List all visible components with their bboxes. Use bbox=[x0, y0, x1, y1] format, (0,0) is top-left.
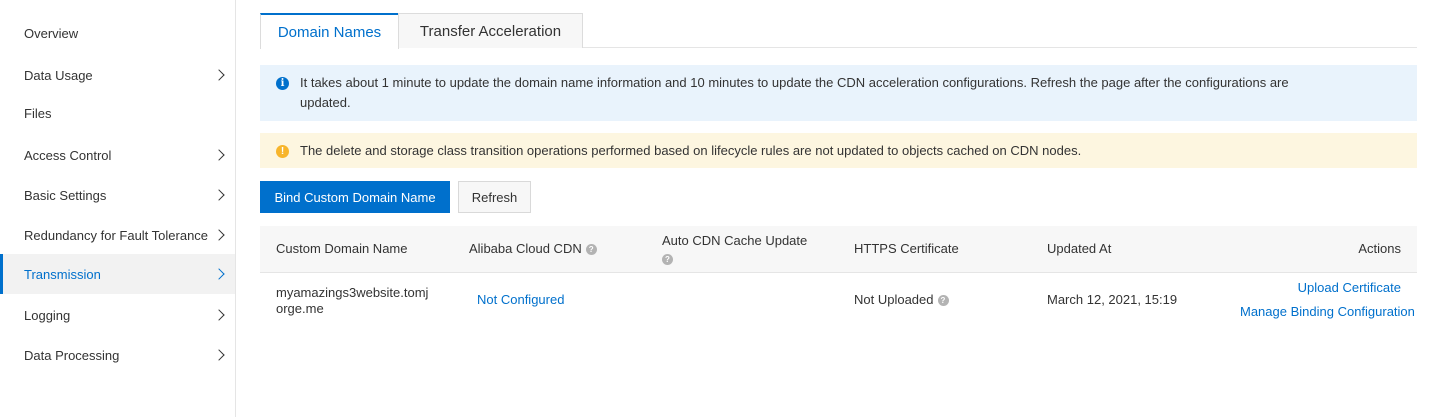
sidebar-item-label: Basic Settings bbox=[24, 187, 107, 203]
sidebar-item-logging[interactable]: Logging bbox=[0, 295, 235, 335]
sidebar-item-label: Data Usage bbox=[24, 67, 93, 83]
chevron-right-icon bbox=[213, 189, 225, 201]
tab-bar: Domain Names Transfer Acceleration bbox=[260, 13, 1417, 49]
not-configured-link[interactable]: Not Configured bbox=[477, 292, 564, 308]
cell-updated: March 12, 2021, 15:19 bbox=[1047, 292, 1178, 307]
column-header-cdn: Alibaba Cloud CDN? bbox=[469, 240, 597, 258]
button-label: Refresh bbox=[471, 189, 518, 205]
tab-transfer-acceleration[interactable]: Transfer Acceleration bbox=[398, 13, 583, 48]
upload-certificate-link[interactable]: Upload Certificate bbox=[1298, 280, 1401, 296]
refresh-button[interactable]: Refresh bbox=[458, 181, 531, 213]
sidebar: Overview Data Usage Files Access Control… bbox=[0, 0, 236, 417]
column-header-label: Alibaba Cloud CDN bbox=[469, 241, 582, 256]
cell-https: Not Uploaded? bbox=[854, 292, 949, 308]
sidebar-item-basic-settings[interactable]: Basic Settings bbox=[0, 175, 235, 215]
sidebar-item-data-usage[interactable]: Data Usage bbox=[0, 55, 235, 95]
sidebar-item-label: Access Control bbox=[24, 147, 112, 163]
chevron-right-icon bbox=[213, 309, 225, 321]
table-row: myamazings3website.tomj orge.me Not Conf… bbox=[260, 273, 1417, 331]
table-header: Custom Domain Name Alibaba Cloud CDN? Au… bbox=[260, 226, 1417, 273]
sidebar-item-access-control[interactable]: Access Control bbox=[0, 135, 235, 175]
tab-label: Transfer Acceleration bbox=[419, 22, 562, 40]
column-header-label: Auto CDN Cache Update bbox=[662, 233, 808, 248]
info-notice: i It takes about 1 minute to update the … bbox=[260, 65, 1417, 121]
sidebar-item-label: Transmission bbox=[24, 266, 101, 282]
sidebar-item-overview[interactable]: Overview bbox=[0, 13, 235, 53]
column-header-actions: Actions bbox=[1358, 240, 1401, 258]
sidebar-item-files[interactable]: Files bbox=[0, 93, 235, 133]
help-icon[interactable]: ? bbox=[585, 244, 597, 256]
info-text-line1: It takes about 1 minute to update the do… bbox=[300, 75, 1289, 90]
column-header-label: Actions bbox=[1358, 241, 1401, 256]
chevron-right-icon bbox=[213, 229, 225, 241]
column-header-updated: Updated At bbox=[1047, 240, 1111, 258]
bind-custom-domain-button[interactable]: Bind Custom Domain Name bbox=[260, 181, 450, 213]
manage-binding-configuration-link[interactable]: Manage Binding Configuration bbox=[1240, 304, 1417, 320]
column-header-label: Updated At bbox=[1047, 241, 1112, 256]
sidebar-item-label: Logging bbox=[24, 307, 71, 323]
column-header-cache: Auto CDN Cache Update ? bbox=[662, 232, 807, 268]
warning-text: The delete and storage class transition … bbox=[300, 143, 1082, 158]
sidebar-item-label: Data Processing bbox=[24, 347, 120, 363]
cell-domain: myamazings3website.tomj orge.me bbox=[276, 285, 428, 317]
sidebar-item-transmission[interactable]: Transmission bbox=[0, 254, 235, 294]
info-icon: i bbox=[276, 77, 289, 90]
help-icon[interactable]: ? bbox=[662, 254, 673, 266]
domain-text-line1: myamazings3website.tomj bbox=[276, 285, 429, 300]
sidebar-item-label: Redundancy for Fault Tolerance bbox=[24, 227, 209, 243]
domain-text-line2: orge.me bbox=[276, 301, 324, 316]
chevron-right-icon bbox=[213, 149, 225, 161]
warning-icon: ! bbox=[276, 145, 289, 158]
column-header-https: HTTPS Certificate bbox=[854, 240, 959, 258]
column-header-label: Custom Domain Name bbox=[276, 241, 408, 256]
sidebar-item-data-processing[interactable]: Data Processing bbox=[0, 335, 235, 375]
tab-domain-names[interactable]: Domain Names bbox=[260, 13, 399, 49]
help-icon[interactable]: ? bbox=[937, 295, 949, 307]
chevron-right-icon bbox=[213, 349, 225, 361]
chevron-right-icon bbox=[213, 69, 225, 81]
sidebar-item-label: Files bbox=[24, 105, 52, 121]
column-header-domain: Custom Domain Name bbox=[276, 240, 408, 258]
sidebar-item-redundancy[interactable]: Redundancy for Fault Tolerance bbox=[0, 215, 235, 255]
button-label: Bind Custom Domain Name bbox=[274, 189, 436, 205]
sidebar-item-label: Overview bbox=[24, 25, 79, 41]
column-header-label: HTTPS Certificate bbox=[854, 241, 959, 256]
https-status-text: Not Uploaded bbox=[854, 292, 934, 307]
info-text-line2: updated. bbox=[300, 95, 351, 110]
warning-notice: ! The delete and storage class transitio… bbox=[260, 133, 1417, 168]
chevron-right-icon bbox=[213, 268, 225, 280]
tab-label: Domain Names bbox=[277, 23, 382, 41]
